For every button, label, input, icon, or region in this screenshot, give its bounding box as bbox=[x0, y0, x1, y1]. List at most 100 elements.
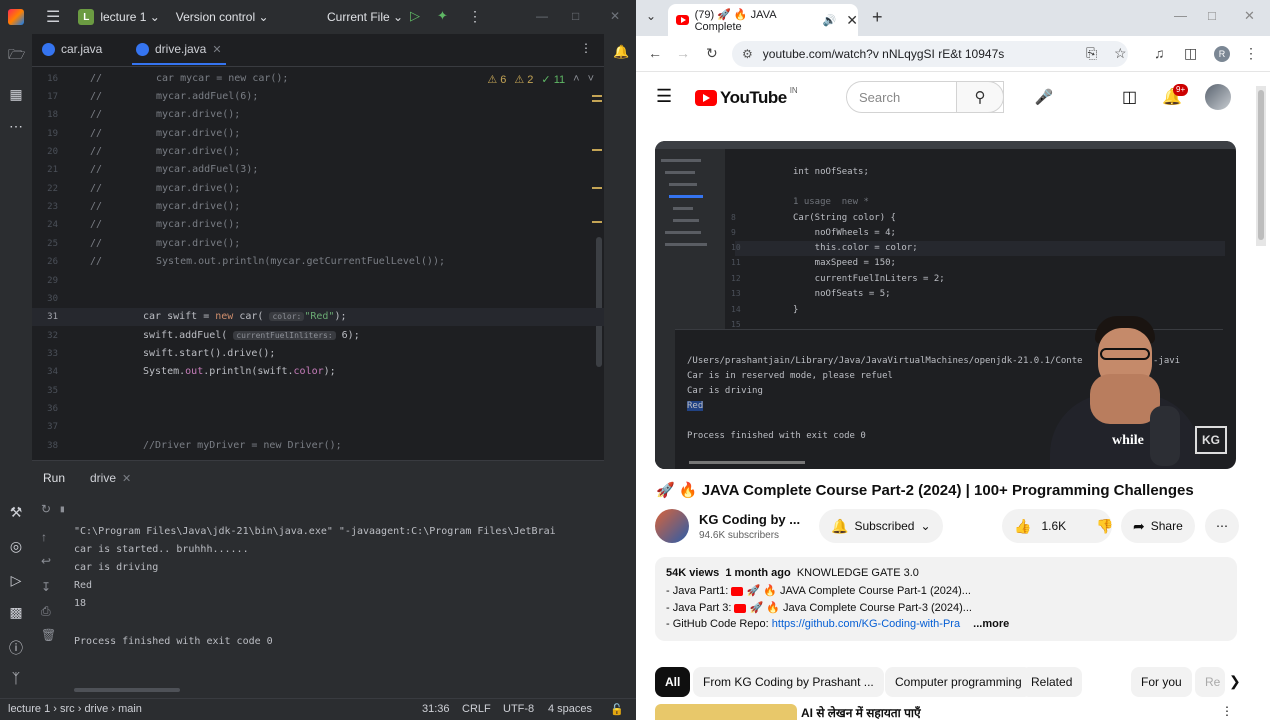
scroll-up-icon[interactable]: ↑ bbox=[41, 530, 47, 544]
tab-options-icon[interactable]: ⋮ bbox=[580, 41, 592, 55]
code-line[interactable]: 24 // mycar.drive(); bbox=[32, 216, 604, 234]
like-count[interactable]: 1.6K bbox=[1041, 519, 1066, 533]
code-line[interactable]: 20 // mycar.drive(); bbox=[32, 143, 604, 161]
install-app-icon[interactable]: ⎘ bbox=[1086, 45, 1097, 62]
code-editor[interactable]: ⚠ 6 ⚠ 2 ✓ 11 ˄ ˅ 16//car mycar = new car… bbox=[32, 67, 604, 460]
minimize-icon[interactable]: — bbox=[536, 9, 548, 23]
browser-close-icon[interactable]: ✕ bbox=[1244, 8, 1255, 24]
video-player[interactable]: int noOfSeats; 1 usage new * 8 Car(String c… bbox=[655, 141, 1236, 469]
code-line[interactable]: 16 // car mycar = new car(); bbox=[32, 70, 604, 88]
run-tool-icon[interactable]: ▷ bbox=[8, 572, 24, 589]
code-line[interactable]: 17 // mycar.addFuel(6); bbox=[32, 88, 604, 106]
chip-filter[interactable]: Computer programming bbox=[885, 667, 1032, 697]
audio-playing-icon[interactable]: 🔊 bbox=[823, 14, 837, 27]
code-line[interactable]: 19 // mycar.drive(); bbox=[32, 125, 604, 143]
soft-wrap-icon[interactable]: ↩ bbox=[41, 554, 51, 568]
site-info-icon[interactable]: ⚙ bbox=[742, 47, 753, 61]
tab-car-java[interactable]: car.java bbox=[42, 42, 102, 56]
code-line[interactable]: 33 bbox=[32, 345, 604, 363]
code-line[interactable]: 29 bbox=[32, 272, 604, 290]
run-console[interactable]: "C:\Program Files\Java\jdk-21\bin\java.e… bbox=[64, 494, 604, 698]
services-icon[interactable]: ◎ bbox=[8, 538, 24, 555]
file-encoding[interactable]: UTF-8 bbox=[503, 703, 534, 715]
description-video-link[interactable]: 🚀 🔥 Java Complete Course Part-3 (2024)..… bbox=[750, 602, 972, 614]
account-avatar[interactable] bbox=[1205, 84, 1231, 110]
like-icon[interactable]: 👍 bbox=[1014, 518, 1031, 535]
rerun-icon[interactable]: ↻ bbox=[41, 502, 51, 516]
code-line[interactable]: 36 bbox=[32, 400, 604, 418]
share-button[interactable]: ➦ Share bbox=[1121, 509, 1195, 543]
code-line[interactable]: 23 // mycar.drive(); bbox=[32, 198, 604, 216]
chip-filter[interactable]: Re bbox=[1195, 667, 1225, 697]
terminal-icon[interactable]: ▩ bbox=[8, 604, 24, 621]
channel-watermark[interactable]: KG bbox=[1195, 426, 1227, 454]
console-scrollbar[interactable] bbox=[74, 688, 180, 692]
more-tools-icon[interactable]: ⋯ bbox=[8, 118, 24, 135]
next-video-thumbnail[interactable] bbox=[655, 704, 797, 720]
version-control-menu[interactable]: Version control ⌄ bbox=[176, 10, 269, 24]
print-icon[interactable]: ⎙ bbox=[41, 604, 51, 619]
notifications-icon[interactable]: 🔔 bbox=[613, 44, 629, 60]
code-line[interactable]: 18 // mycar.drive(); bbox=[32, 106, 604, 124]
browser-tab-youtube[interactable]: (79) 🚀 🔥 JAVA Complete 🔊 ✕ bbox=[668, 4, 858, 36]
debug-icon[interactable]: ✦ bbox=[437, 8, 448, 24]
code-line[interactable]: 22 // mycar.drive(); bbox=[32, 180, 604, 198]
description-video-link[interactable]: 🚀 🔥 JAVA Complete Course Part-1 (2024)..… bbox=[746, 585, 970, 597]
line-separator[interactable]: CRLF bbox=[462, 703, 491, 715]
page-scrollbar[interactable] bbox=[1256, 86, 1266, 246]
code-line[interactable]: 37 bbox=[32, 418, 604, 436]
chip-all[interactable]: All bbox=[655, 667, 691, 697]
code-line[interactable]: 30 bbox=[32, 290, 604, 308]
address-bar[interactable]: ⚙ youtube.com/watch?v nNLqygSI rE&t 1094… bbox=[732, 41, 1128, 67]
code-line[interactable]: 35 bbox=[32, 382, 604, 400]
bookmark-star-icon[interactable]: ☆ bbox=[1114, 45, 1127, 62]
reload-icon[interactable]: ↻ bbox=[706, 45, 718, 62]
code-line[interactable]: 26 // System.out.println(mycar.getCurrentF… bbox=[32, 253, 604, 271]
run-tab-drive[interactable]: drive ✕ bbox=[85, 471, 136, 498]
breadcrumb-method[interactable]: main bbox=[118, 703, 142, 715]
github-repo-link[interactable]: https://github.com/KG-Coding-with-Pra bbox=[772, 618, 960, 630]
project-selector[interactable]: lecture 1 ⌄ bbox=[100, 10, 159, 24]
caret-position[interactable]: 31:36 bbox=[422, 703, 450, 715]
breadcrumb-class[interactable]: drive bbox=[84, 703, 108, 715]
show-more-button[interactable]: ...more bbox=[973, 618, 1009, 630]
run-config-selector[interactable]: Current File ⌄ bbox=[327, 10, 403, 24]
chip-filter[interactable]: From KG Coding by Prashant ... bbox=[693, 667, 884, 697]
code-line[interactable]: 38 //Driver myDriver = new Driver(); bbox=[32, 437, 604, 455]
voice-search-button[interactable]: 🎤 bbox=[1028, 81, 1060, 113]
close-tab-icon[interactable]: ✕ bbox=[212, 43, 221, 56]
project-view-icon[interactable]: 🗁 bbox=[8, 44, 25, 68]
media-controls-icon[interactable]: ♫ bbox=[1154, 45, 1165, 61]
guide-menu-icon[interactable]: ☰ bbox=[656, 86, 672, 107]
close-run-tab-icon[interactable]: ✕ bbox=[122, 472, 131, 485]
next-video-menu-icon[interactable]: ⋮ bbox=[1221, 704, 1233, 718]
youtube-logo[interactable]: YouTube IN bbox=[695, 86, 798, 108]
scroll-end-icon[interactable]: ↧ bbox=[41, 580, 51, 594]
tab-search-icon[interactable]: ⌄ bbox=[646, 9, 656, 23]
new-tab-icon[interactable]: + bbox=[872, 7, 883, 28]
chip-filter[interactable]: For you bbox=[1131, 667, 1192, 697]
search-button[interactable]: ⚲ bbox=[956, 81, 1004, 113]
dislike-icon[interactable]: 👎 bbox=[1096, 518, 1113, 535]
indent-setting[interactable]: 4 spaces bbox=[548, 703, 592, 715]
channel-name[interactable]: KG Coding by ... bbox=[699, 512, 800, 527]
code-line[interactable]: 25 // mycar.drive(); bbox=[32, 235, 604, 253]
next-video-title[interactable]: AI से लेखन में सहायता पाएँ bbox=[801, 704, 921, 720]
maximize-icon[interactable]: □ bbox=[572, 9, 579, 23]
main-menu-icon[interactable]: ☰ bbox=[46, 7, 60, 27]
forward-icon[interactable]: → bbox=[676, 45, 690, 61]
more-actions-icon[interactable]: ⋮ bbox=[468, 8, 482, 25]
git-icon[interactable]: ᛉ bbox=[8, 670, 24, 686]
more-actions-button[interactable]: ⋯ bbox=[1205, 509, 1239, 543]
clear-icon[interactable]: 🗑 bbox=[41, 628, 56, 642]
close-browser-tab-icon[interactable]: ✕ bbox=[846, 12, 858, 29]
browser-minimize-icon[interactable]: — bbox=[1174, 8, 1187, 23]
side-panel-icon[interactable]: ◫ bbox=[1184, 45, 1197, 62]
code-line[interactable]: 21 // mycar.addFuel(3); bbox=[32, 161, 604, 179]
back-icon[interactable]: ← bbox=[648, 45, 662, 61]
close-window-icon[interactable]: ✕ bbox=[610, 9, 620, 23]
browser-menu-icon[interactable]: ⋮ bbox=[1244, 45, 1258, 62]
lock-icon[interactable]: 🔓 bbox=[610, 703, 624, 716]
subscribed-button[interactable]: 🔔 Subscribed ⌄ bbox=[819, 509, 943, 543]
browser-maximize-icon[interactable]: □ bbox=[1208, 8, 1216, 23]
